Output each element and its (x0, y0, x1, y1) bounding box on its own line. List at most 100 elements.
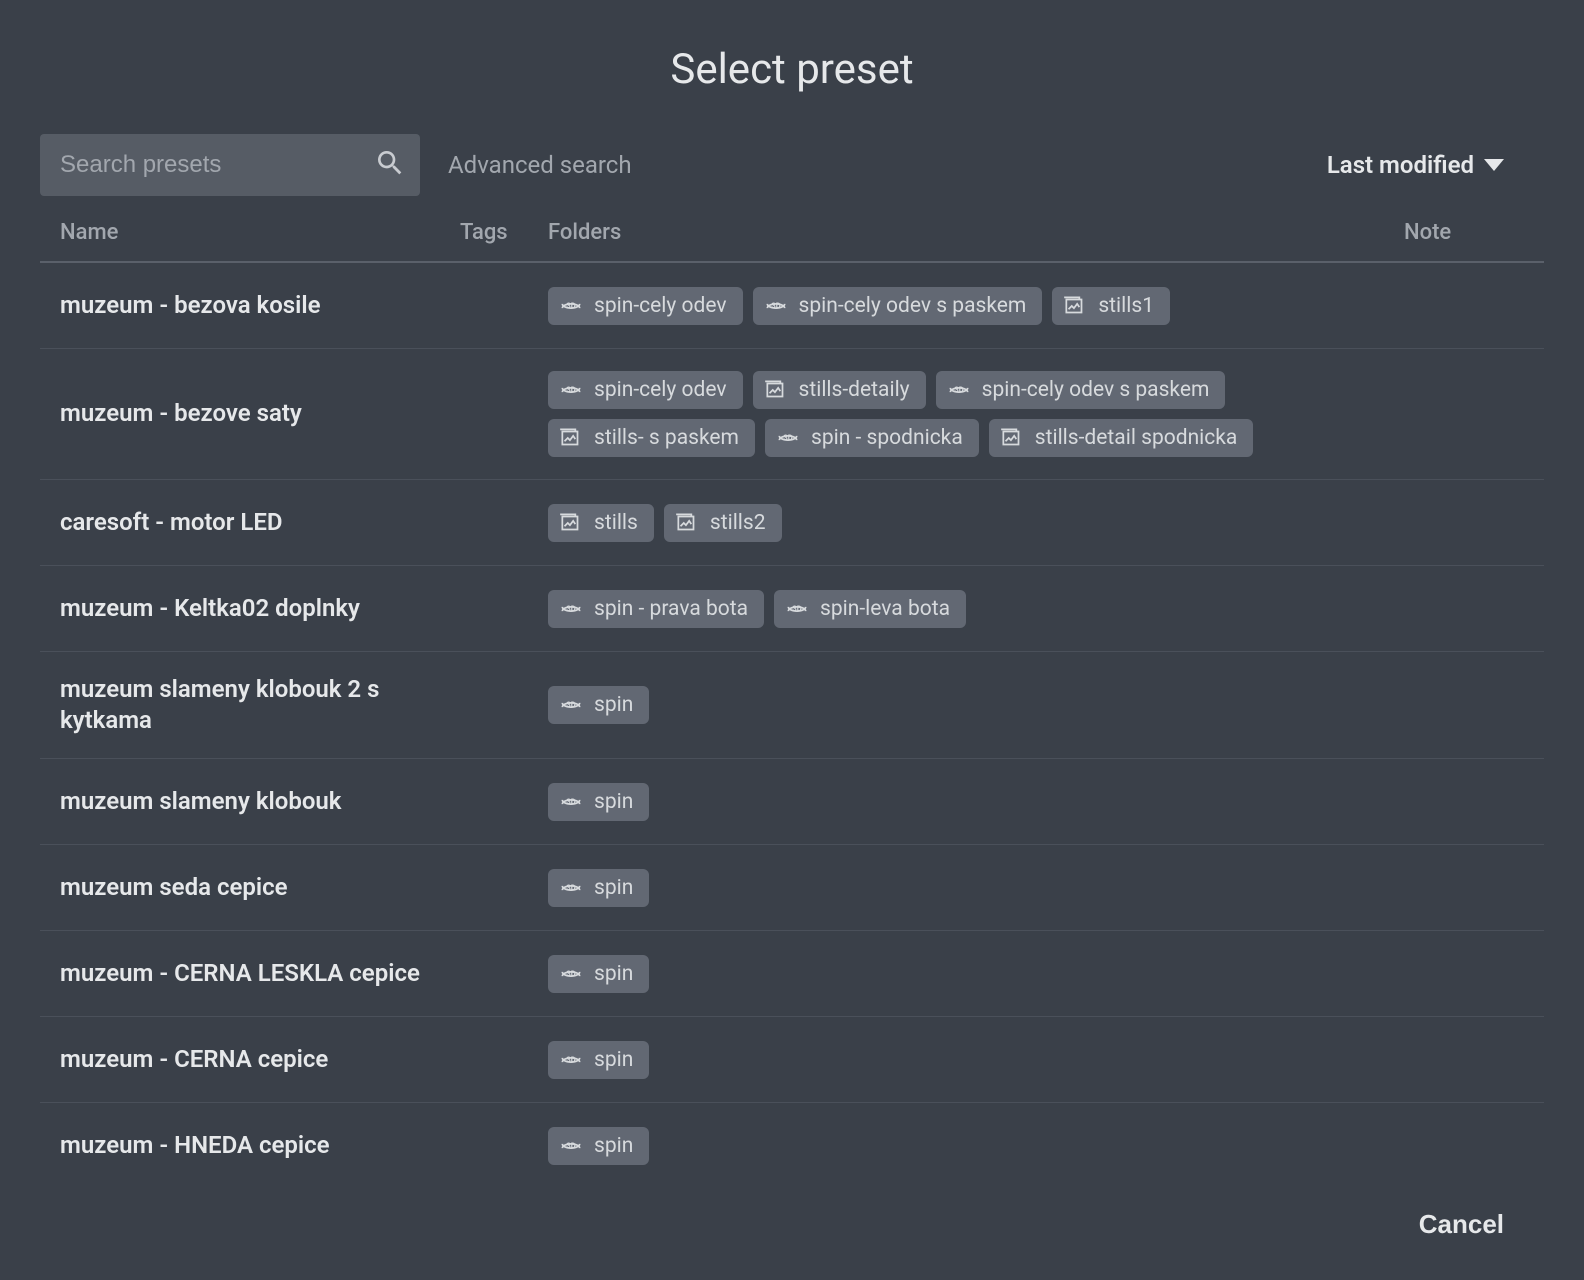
folder-chip[interactable]: stills2 (664, 504, 782, 542)
preset-row[interactable]: muzeum seda cepice 3Dspin (40, 845, 1544, 931)
preset-folders: 3Dspin (548, 783, 1404, 821)
folder-chip[interactable]: 3Dspin (548, 869, 649, 907)
spin-3d-icon: 3D (558, 961, 584, 987)
spin-3d-icon: 3D (775, 425, 801, 451)
sort-dropdown[interactable]: Last modified (1327, 151, 1544, 179)
preset-name: muzeum - CERNA LESKLA cepice (60, 958, 460, 989)
preset-name: muzeum - CERNA cepice (60, 1044, 460, 1075)
col-header-name[interactable]: Name (60, 220, 460, 245)
dialog-footer: Cancel (40, 1179, 1544, 1280)
folder-chip-label: spin (594, 1134, 633, 1158)
preset-folders: stills stills2 (548, 504, 1404, 542)
preset-row[interactable]: muzeum - HNEDA cepice 3D spin (40, 1103, 1544, 1179)
preset-row[interactable]: muzeum - bezove saty3Dspin-cely odevstil… (40, 349, 1544, 480)
preset-name: muzeum slameny klobouk 2 s kytkama (60, 674, 460, 736)
svg-text:3D: 3D (792, 604, 801, 613)
preset-name: caresoft - motor LED (60, 507, 460, 538)
spin-3d-icon: 3D (946, 377, 972, 403)
svg-text:3D: 3D (566, 604, 575, 613)
preset-row[interactable]: caresoft - motor LED stills stills2 (40, 480, 1544, 566)
folder-chip[interactable]: stills-detail spodnicka (989, 419, 1254, 457)
preset-row[interactable]: muzeum slameny klobouk 2 s kytkama 3D spin (40, 652, 1544, 759)
preset-folders: 3D spin (548, 686, 1404, 724)
spin-3d-icon: 3D (558, 293, 584, 319)
stills-icon (558, 510, 584, 536)
preset-name: muzeum seda cepice (60, 872, 460, 903)
advanced-search-link[interactable]: Advanced search (448, 151, 632, 179)
folder-chip[interactable]: stills1 (1052, 287, 1170, 325)
folder-chip-label: spin (594, 693, 633, 717)
folder-chip[interactable]: 3D spin-leva bota (774, 590, 966, 628)
sort-label: Last modified (1327, 151, 1474, 179)
folder-chip[interactable]: 3Dspin-cely odev s paskem (936, 371, 1226, 409)
folder-chip-label: spin-cely odev (594, 378, 727, 402)
folder-chip-label: stills- s paskem (594, 426, 739, 450)
stills-icon (674, 510, 700, 536)
preset-rows: muzeum - bezova kosile3Dspin-cely odev3D… (40, 263, 1544, 1179)
folder-chip-label: spin - spodnicka (811, 426, 963, 450)
spin-3d-icon: 3D (558, 875, 584, 901)
search-wrap (40, 134, 420, 196)
svg-text:3D: 3D (566, 969, 575, 978)
folder-chip[interactable]: 3D spin (548, 955, 649, 993)
folder-chip-label: stills-detail spodnicka (1035, 426, 1238, 450)
folder-chip-label: spin-cely odev (594, 294, 727, 318)
folder-chip[interactable]: 3D spin (548, 686, 649, 724)
preset-folders: 3D spin - prava bota 3D spin-leva bota (548, 590, 1404, 628)
folder-chip-label: stills1 (1098, 294, 1154, 318)
folder-chip[interactable]: stills-detaily (753, 371, 926, 409)
svg-text:3D: 3D (566, 385, 575, 394)
preset-folders: 3Dspin (548, 1041, 1404, 1079)
folder-chip[interactable]: 3D spin-cely odev s paskem (753, 287, 1043, 325)
folder-chip-label: spin (594, 962, 633, 986)
spin-3d-icon: 3D (558, 692, 584, 718)
folder-chip[interactable]: 3D spin (548, 1127, 649, 1165)
svg-text:3D: 3D (566, 797, 575, 806)
preset-row[interactable]: muzeum - CERNA LESKLA cepice 3D spin (40, 931, 1544, 1017)
col-header-tags[interactable]: Tags (460, 220, 548, 245)
cancel-button[interactable]: Cancel (1419, 1209, 1504, 1240)
spin-3d-icon: 3D (558, 377, 584, 403)
folder-chip[interactable]: stills (548, 504, 654, 542)
folder-chip-label: stills-detaily (799, 378, 910, 402)
spin-3d-icon: 3D (558, 1047, 584, 1073)
spin-3d-icon: 3D (558, 596, 584, 622)
preset-name: muzeum slameny klobouk (60, 786, 460, 817)
col-header-folders[interactable]: Folders (548, 220, 1404, 245)
folder-chip-label: spin-leva bota (820, 597, 950, 621)
preset-row[interactable]: muzeum - CERNA cepice 3Dspin (40, 1017, 1544, 1103)
svg-text:3D: 3D (566, 1055, 575, 1064)
folder-chip[interactable]: stills- s paskem (548, 419, 755, 457)
preset-folders: 3Dspin (548, 869, 1404, 907)
stills-icon (999, 425, 1025, 451)
svg-text:3D: 3D (954, 385, 963, 394)
preset-name: muzeum - Keltka02 doplnky (60, 593, 460, 624)
preset-name: muzeum - HNEDA cepice (60, 1130, 460, 1161)
spin-3d-icon: 3D (558, 789, 584, 815)
folder-chip-label: spin - prava bota (594, 597, 748, 621)
svg-text:3D: 3D (566, 883, 575, 892)
svg-text:3D: 3D (566, 1141, 575, 1150)
svg-text:3D: 3D (566, 700, 575, 709)
preset-folders: 3D spin-cely odev stills-detaily 3Dspin-cel… (548, 371, 1404, 457)
preset-row[interactable]: muzeum - Keltka02 doplnky 3D spin - prava … (40, 566, 1544, 652)
col-header-note[interactable]: Note (1404, 220, 1544, 245)
search-icon[interactable] (374, 147, 406, 183)
folder-chip[interactable]: 3Dspin (548, 783, 649, 821)
preset-row[interactable]: muzeum slameny klobouk 3Dspin (40, 759, 1544, 845)
spin-3d-icon: 3D (784, 596, 810, 622)
folder-chip-label: spin-cely odev s paskem (799, 294, 1027, 318)
column-headers: Name Tags Folders Note (40, 220, 1544, 263)
preset-row[interactable]: muzeum - bezova kosile3Dspin-cely odev3D… (40, 263, 1544, 349)
folder-chip[interactable]: 3D spin-cely odev (548, 371, 743, 409)
svg-text:3D: 3D (771, 301, 780, 310)
folder-chip[interactable]: 3Dspin (548, 1041, 649, 1079)
folder-chip[interactable]: 3D spin - spodnicka (765, 419, 979, 457)
folder-chip-label: stills (594, 511, 638, 535)
search-input[interactable] (60, 151, 374, 179)
spin-3d-icon: 3D (763, 293, 789, 319)
toolbar: Advanced search Last modified (40, 134, 1544, 220)
dialog-title: Select preset (40, 25, 1544, 134)
folder-chip[interactable]: 3D spin-cely odev (548, 287, 743, 325)
folder-chip[interactable]: 3D spin - prava bota (548, 590, 764, 628)
